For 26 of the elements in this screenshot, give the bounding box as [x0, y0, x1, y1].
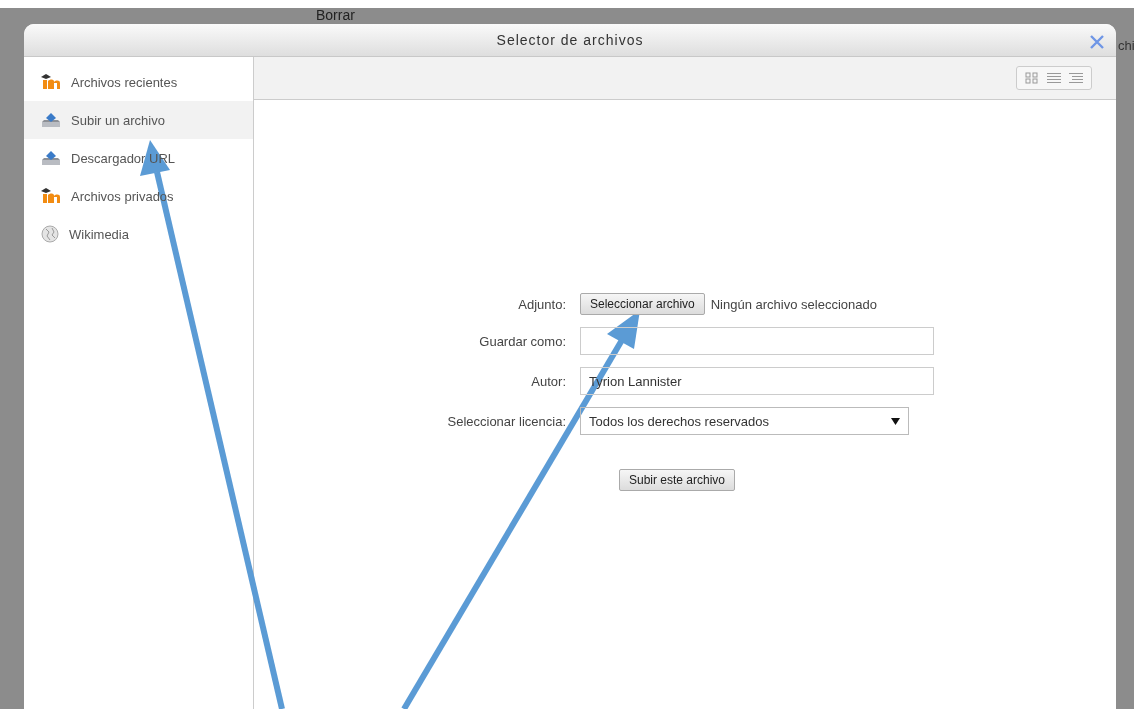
file-status-text: Ningún archivo seleccionado — [710, 296, 877, 312]
background-text: Borrar — [316, 8, 355, 23]
grid-view-icon[interactable] — [1025, 72, 1039, 84]
globe-icon — [41, 225, 59, 243]
field-label: Autor: — [530, 373, 566, 389]
sidebar-item[interactable]: Subir un archivo — [24, 101, 253, 139]
moodle-icon — [41, 74, 61, 90]
view-mode-buttons[interactable] — [1016, 66, 1092, 90]
upload-tray-icon — [41, 150, 61, 166]
field-label: Guardar como: — [478, 333, 566, 349]
field-label: Seleccionar licencia: — [446, 413, 566, 429]
sidebar-item[interactable]: Archivos recientes — [24, 63, 253, 101]
list-view-icon[interactable] — [1047, 72, 1061, 84]
text-field[interactable] — [580, 327, 934, 355]
upload-button[interactable]: Subir este archivo — [619, 469, 736, 491]
close-icon[interactable] — [1090, 35, 1104, 49]
dropdown-arrow-icon — [891, 417, 900, 425]
field-label: Adjunto: — [517, 296, 566, 312]
moodle-icon — [41, 188, 61, 204]
choose-file-button[interactable]: Seleccionar archivo — [580, 293, 705, 315]
dialog-title: Selector de archivos — [496, 32, 644, 48]
tree-view-icon[interactable] — [1069, 72, 1083, 84]
background-text: chi — [1118, 38, 1134, 53]
upload-tray-icon — [41, 112, 61, 128]
sidebar-item[interactable]: Wikimedia — [24, 215, 253, 253]
license-dropdown[interactable]: Todos los derechos reservados — [580, 407, 909, 435]
